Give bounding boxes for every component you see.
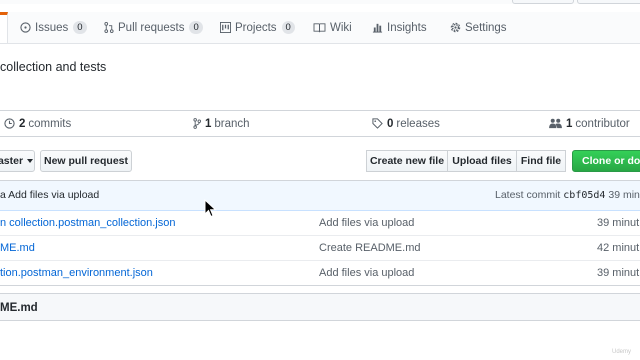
commits-label: commits <box>28 117 72 130</box>
issues-counter: 0 <box>73 21 87 34</box>
pull-requests-counter: 0 <box>189 21 203 34</box>
commits-stat[interactable]: 2 commits <box>4 111 71 136</box>
file-row: n collection.postman_collection.json Add… <box>0 211 640 236</box>
file-age: 39 minut <box>597 217 640 229</box>
people-icon <box>549 118 562 129</box>
file-age: 39 minut <box>597 267 640 279</box>
file-listing: a Add files via upload Latest commit cbf… <box>0 180 640 286</box>
tab-wiki-label: Wiki <box>330 21 352 34</box>
tab-settings-label: Settings <box>465 21 507 34</box>
header-button-partial[interactable] <box>512 0 574 4</box>
file-commit-message[interactable]: Add files via upload <box>319 211 414 235</box>
branches-count: 1 <box>205 117 212 130</box>
file-commit-message[interactable]: Create README.md <box>319 236 420 260</box>
projects-counter: 0 <box>281 21 295 34</box>
contributors-label: contributor <box>575 117 630 130</box>
top-strip <box>0 0 640 4</box>
file-age: 42 minut <box>597 242 640 254</box>
clone-or-download-button[interactable]: Clone or dow <box>572 150 640 172</box>
new-pull-request-button[interactable]: New pull request <box>40 150 132 172</box>
history-icon <box>4 118 15 129</box>
repo-nav-tabs: Issues 0 Pull requests 0 Projects 0 Wiki… <box>0 12 640 44</box>
tab-pull-requests[interactable]: Pull requests 0 <box>104 12 203 43</box>
releases-count: 0 <box>387 117 394 130</box>
tab-pull-requests-label: Pull requests <box>118 21 185 34</box>
file-commit-message[interactable]: Add files via upload <box>319 261 414 285</box>
branch-icon <box>193 118 201 129</box>
video-watermark: Udemy <box>612 349 632 355</box>
branch-select-label: aster <box>0 155 24 167</box>
tab-wiki[interactable]: Wiki <box>313 12 352 43</box>
tab-code-active[interactable] <box>0 12 8 43</box>
latest-commit-message[interactable]: a Add files via upload <box>0 181 99 210</box>
repo-stats-bar: 2 commits 1 branch 0 releases 1 contribu… <box>0 110 640 137</box>
repo-description: collection and tests <box>0 60 107 74</box>
tab-insights[interactable]: Insights <box>372 12 427 43</box>
latest-commit-sha[interactable]: cbf05d4 <box>563 190 605 201</box>
branches-stat[interactable]: 1 branch <box>193 111 250 136</box>
contributors-count: 1 <box>566 117 573 130</box>
latest-commit-bar: a Add files via upload Latest commit cbf… <box>0 181 640 211</box>
contributors-stat[interactable]: 1 contributor <box>549 111 630 136</box>
file-actions-group: Create new file Upload files Find file <box>366 150 566 172</box>
file-row: tion.postman_environment.json Add files … <box>0 261 640 285</box>
chevron-down-icon <box>27 159 34 163</box>
gear-icon <box>450 22 461 33</box>
tab-insights-label: Insights <box>387 21 427 34</box>
file-name-link[interactable]: n collection.postman_collection.json <box>0 211 176 235</box>
wiki-icon <box>313 23 326 33</box>
find-file-button[interactable]: Find file <box>516 150 566 172</box>
file-row: ME.md Create README.md 42 minut <box>0 236 640 261</box>
create-new-file-button[interactable]: Create new file <box>366 150 448 172</box>
project-icon <box>220 22 231 33</box>
latest-commit-info: Latest commit cbf05d4 39 minu <box>495 181 640 210</box>
tab-issues-label: Issues <box>35 21 69 34</box>
branch-select-button[interactable]: aster <box>0 150 35 172</box>
branches-label: branch <box>214 117 250 130</box>
readme-title: ME.md <box>0 302 38 314</box>
file-name-link[interactable]: tion.postman_environment.json <box>0 261 153 285</box>
releases-stat[interactable]: 0 releases <box>372 111 440 136</box>
commits-count: 2 <box>19 117 26 130</box>
readme-header: ME.md <box>0 293 640 321</box>
latest-commit-age: 39 minu <box>608 189 640 201</box>
tab-issues[interactable]: Issues 0 <box>20 12 87 43</box>
releases-label: releases <box>396 117 440 130</box>
tab-projects-label: Projects <box>235 21 277 34</box>
issue-icon <box>20 22 31 33</box>
tab-projects[interactable]: Projects 0 <box>220 12 295 43</box>
upload-files-button[interactable]: Upload files <box>447 150 517 172</box>
header-button-partial-2[interactable] <box>577 0 640 4</box>
tab-settings[interactable]: Settings <box>450 12 507 43</box>
pull-request-icon <box>104 22 114 33</box>
file-name-link[interactable]: ME.md <box>0 236 35 260</box>
latest-commit-label: Latest commit <box>495 189 561 201</box>
mouse-cursor-icon <box>204 199 217 218</box>
graph-icon <box>372 23 383 33</box>
tag-icon <box>372 118 383 129</box>
